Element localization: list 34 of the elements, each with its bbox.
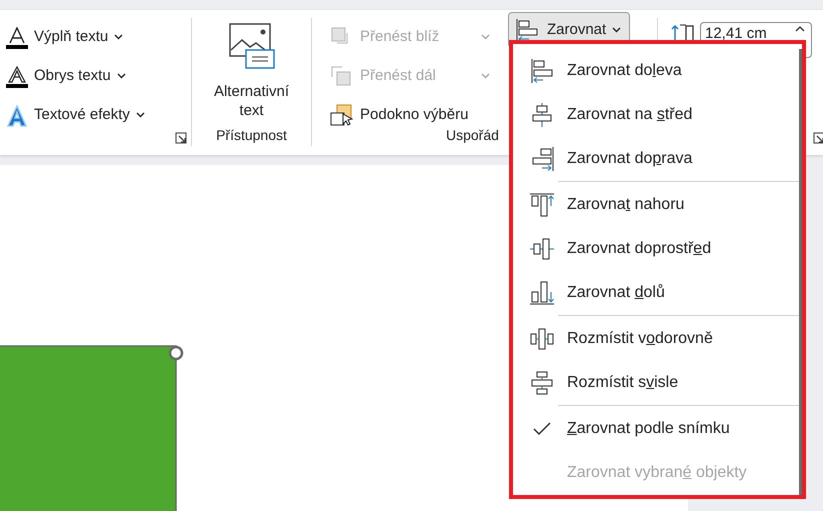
rotation-handle[interactable] <box>168 346 184 360</box>
menu-item[interactable]: Zarovnat nahoru <box>513 183 799 227</box>
menu-item[interactable]: Rozmístit svisle <box>513 361 799 405</box>
menu-item[interactable]: Zarovnat doprostřed <box>513 227 799 271</box>
text-fill-icon <box>6 26 28 48</box>
alt-text-button[interactable]: Alternativní text <box>192 18 311 120</box>
menu-item[interactable]: Zarovnat podle snímku <box>513 407 799 451</box>
spin-up-icon <box>795 25 805 33</box>
text-outline-icon <box>6 66 28 88</box>
distribute-vertically-icon <box>529 370 555 396</box>
chevron-icon <box>136 112 145 118</box>
picture-alt-text-icon <box>228 22 276 70</box>
ribbon-button[interactable]: Výplň textu <box>6 18 191 57</box>
chevron-icon <box>481 34 490 40</box>
menu-item[interactable]: Zarovnat na střed <box>513 93 799 137</box>
text-effects-icon <box>6 104 28 126</box>
ribbon-button[interactable]: Obrys textu <box>6 57 191 96</box>
menu-item[interactable]: Zarovnat doprava <box>513 137 799 181</box>
group-label: Uspořád <box>446 126 499 145</box>
selection-pane-icon <box>330 104 354 128</box>
group-label: Přístupnost <box>215 126 288 145</box>
menu-item[interactable]: Zarovnat dolů <box>513 271 799 315</box>
menu-item[interactable]: Rozmístit vodorovně <box>513 317 799 361</box>
ribbon-button[interactable]: Textové efekty <box>6 96 191 135</box>
chevron-icon <box>114 34 124 40</box>
chevron-icon <box>116 73 126 80</box>
distribute-horizontally-icon <box>529 326 555 352</box>
chevron-icon <box>481 73 490 80</box>
align-middle-icon <box>529 236 555 262</box>
align-bottom-icon <box>529 280 555 306</box>
align-left-icon <box>529 58 555 84</box>
menu-item[interactable]: Zarovnat doleva <box>513 49 799 93</box>
align-top-icon <box>529 192 555 218</box>
chevron-icon <box>612 26 622 33</box>
